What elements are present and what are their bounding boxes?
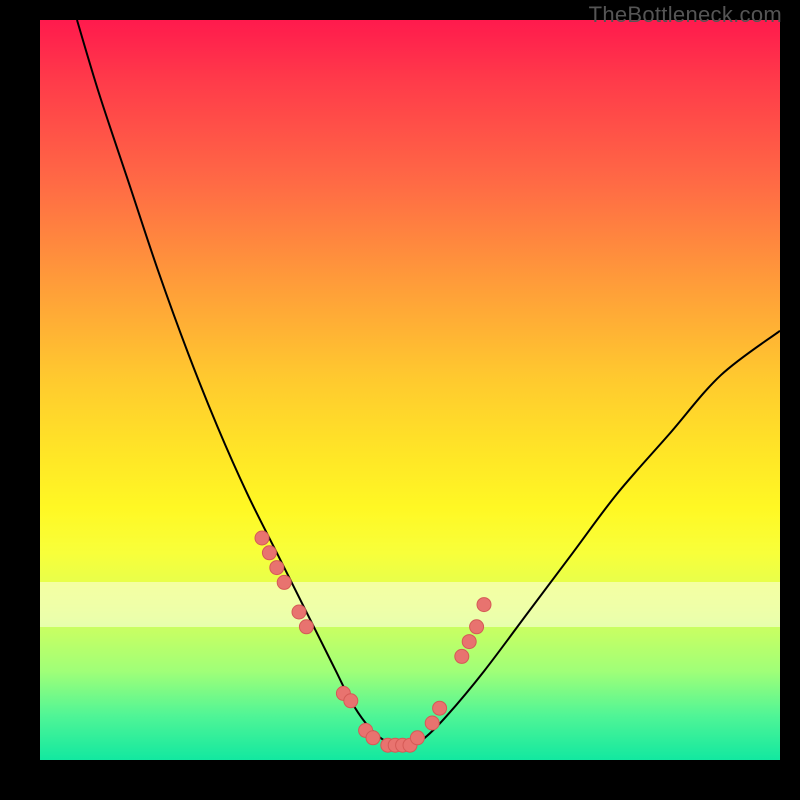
- data-marker: [299, 620, 313, 634]
- data-marker: [477, 598, 491, 612]
- chart-frame: TheBottleneck.com: [0, 0, 800, 800]
- plot-area: [40, 20, 780, 760]
- data-marker: [344, 694, 358, 708]
- data-marker: [292, 605, 306, 619]
- data-marker: [262, 546, 276, 560]
- data-marker: [433, 701, 447, 715]
- data-marker: [277, 575, 291, 589]
- data-markers: [255, 531, 491, 752]
- data-marker: [270, 561, 284, 575]
- bottleneck-curve: [77, 20, 780, 746]
- data-marker: [366, 731, 380, 745]
- data-marker: [255, 531, 269, 545]
- watermark-text: TheBottleneck.com: [589, 2, 782, 28]
- data-marker: [425, 716, 439, 730]
- data-marker: [462, 635, 476, 649]
- data-marker: [470, 620, 484, 634]
- data-marker: [410, 731, 424, 745]
- chart-svg: [40, 20, 780, 760]
- data-marker: [455, 649, 469, 663]
